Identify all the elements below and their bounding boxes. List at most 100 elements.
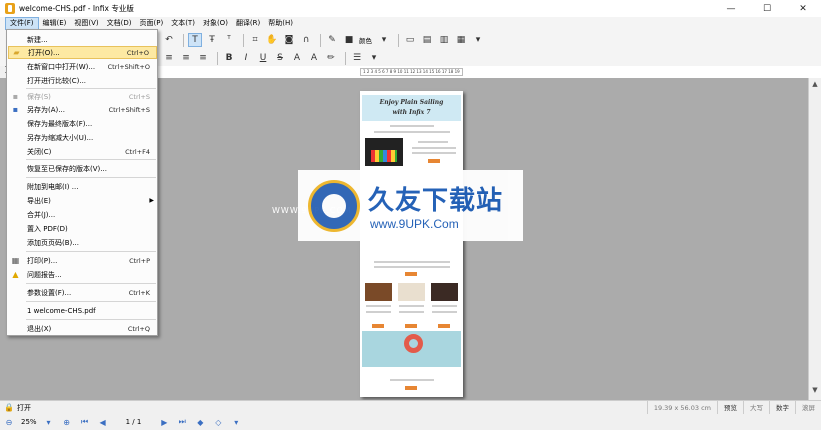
chevron-down-icon[interactable]: ▾ (377, 33, 391, 47)
close-button[interactable]: ✕ (785, 0, 821, 17)
justify-icon[interactable]: ≡ (196, 51, 210, 65)
zoom-out-icon[interactable]: ⊖ (3, 416, 15, 428)
next-page-icon[interactable]: ▶ (158, 416, 170, 428)
align-right-icon[interactable]: ≡ (179, 51, 193, 65)
text-path-icon[interactable]: ᵀ (222, 33, 236, 47)
menu-item-page-numbers[interactable]: 添加页页码(B)... (8, 236, 157, 249)
chevron-down-icon[interactable]: ▾ (230, 416, 242, 428)
menu-item-recent-file[interactable]: 1 welcome-CHS.pdf (8, 304, 157, 317)
menu-item-label: 置入 PDF(D) (27, 224, 68, 233)
menu-item-place-pdf[interactable]: 置入 PDF(D) (8, 222, 157, 235)
menu-item-save-as[interactable]: ▪ 另存为(A)... Ctrl+Shift+S (8, 103, 157, 116)
align-center-icon[interactable]: ≡ (162, 51, 176, 65)
menu-item-print[interactable]: ▦ 打印(P)... Ctrl+P (8, 254, 157, 267)
menu-item-label: 退出(X) (27, 324, 52, 333)
strikethrough-icon[interactable]: S (273, 51, 287, 65)
page-text-line (418, 141, 448, 143)
font-grow-icon[interactable]: A (290, 51, 304, 65)
menu-item-label: 问题报告... (27, 270, 62, 279)
page-text-line (390, 125, 434, 127)
menu-item-revert[interactable]: 恢复至已保存的版本(V)... (8, 162, 157, 175)
page-image-1 (365, 283, 392, 301)
document-page[interactable]: Enjoy Plain Sailing with Infix 7 (360, 91, 463, 397)
page-button (438, 324, 450, 328)
menu-item-preferences[interactable]: 参数设置(F)... Ctrl+K (8, 286, 157, 299)
menu-item-close[interactable]: 关闭(C) Ctrl+F4 (8, 145, 157, 158)
shape-icon[interactable]: ∩ (299, 33, 313, 47)
underline-icon[interactable]: U (256, 51, 270, 65)
forward-icon[interactable]: ◇ (212, 416, 224, 428)
chevron-down-icon[interactable]: ▾ (471, 33, 485, 47)
scroll-down-icon[interactable]: ▼ (809, 386, 821, 398)
comment-icon[interactable]: ▭ (403, 33, 417, 47)
watermark-overlay: 久友下载站 www.9UPK.Com (298, 170, 523, 241)
text-edit-icon[interactable]: Ŧ (205, 33, 219, 47)
menu-item-label: 附加到电邮(I) ... (27, 182, 79, 191)
color-label[interactable]: 颜色 (359, 35, 372, 45)
chevron-down-icon[interactable]: ▾ (43, 416, 55, 428)
page-text-line (399, 305, 424, 307)
menu-object[interactable]: 对象(O) (199, 17, 232, 30)
crop-icon[interactable]: ⌗ (248, 33, 262, 47)
toolbar-separator (183, 33, 184, 47)
menu-separator (26, 251, 156, 252)
first-page-icon[interactable]: ⏮ (79, 416, 91, 428)
navigation-bar: ⊖ 25% ▾ ⊕ ⏮ ◀ 1 / 1 ▶ ⏭ ◆ ◇ ▾ (0, 414, 821, 430)
zoom-level[interactable]: 25% (21, 418, 37, 426)
printer-icon: ▦ (11, 256, 20, 265)
page-export-icon[interactable]: ▤ (420, 33, 434, 47)
last-page-icon[interactable]: ⏭ (176, 416, 188, 428)
pan-icon[interactable]: ✋ (265, 33, 279, 47)
chevron-down-icon[interactable]: ▾ (367, 51, 381, 65)
eyedropper-icon[interactable]: ✎ (325, 33, 339, 47)
menu-separator (26, 301, 156, 302)
menu-item-save-final[interactable]: 保存为最终版本(F)... (8, 117, 157, 130)
color-swatch-icon[interactable]: ■ (342, 33, 356, 47)
page-button (405, 386, 417, 390)
bold-icon[interactable]: B (222, 51, 236, 65)
maximize-button[interactable]: ☐ (749, 0, 785, 17)
page-import-icon[interactable]: ▥ (437, 33, 451, 47)
font-shrink-icon[interactable]: A (307, 51, 321, 65)
undo-icon[interactable]: ↶ (162, 33, 176, 47)
vertical-scrollbar[interactable]: ▲ ▼ (808, 78, 821, 400)
minimize-button[interactable]: — (713, 0, 749, 17)
page-image-2 (398, 283, 425, 301)
menu-item-open[interactable]: ▰ 打开(O)... Ctrl+O (8, 46, 157, 59)
menu-item-new[interactable]: 新建... (8, 33, 157, 46)
page-indicator[interactable]: 1 / 1 (126, 418, 142, 426)
page-text-line (390, 379, 434, 381)
menu-item-export[interactable]: 导出(E) ▶ (8, 194, 157, 207)
window-controls: — ☐ ✕ (713, 0, 821, 17)
zoom-in-icon[interactable]: ⊕ (61, 416, 73, 428)
menu-text[interactable]: 文本(T) (167, 17, 199, 30)
page-lifebuoy-section (362, 331, 461, 367)
camera-icon[interactable]: ◙ (282, 33, 296, 47)
highlighter-icon[interactable]: ✏ (324, 51, 338, 65)
page-text-line (366, 311, 391, 313)
page-text-line (399, 311, 424, 313)
menu-item-report-problem[interactable]: ▲ 问题报告... (8, 268, 157, 281)
page-settings-icon[interactable]: ▦ (454, 33, 468, 47)
menu-item-open-new-window[interactable]: 在新窗口中打开(W)... Ctrl+Shift+O (8, 60, 157, 73)
prev-page-icon[interactable]: ◀ (97, 416, 109, 428)
menu-item-label: 1 welcome-CHS.pdf (27, 306, 96, 315)
back-icon[interactable]: ◆ (194, 416, 206, 428)
menu-item-save-reduced[interactable]: 另存为缩减大小(U)... (8, 131, 157, 144)
menu-item-exit[interactable]: 退出(X) Ctrl+Q (8, 322, 157, 335)
submenu-arrow-icon: ▶ (149, 197, 154, 204)
menu-item-open-compare[interactable]: 打开进行比较(C)... (8, 74, 157, 87)
italic-icon[interactable]: I (239, 51, 253, 65)
line-spacing-icon[interactable]: ☰ (350, 51, 364, 65)
text-tool-icon[interactable]: T (188, 33, 202, 47)
menu-item-attach-email[interactable]: 附加到电邮(I) ... (8, 180, 157, 193)
menu-item-label: 保存为最终版本(F)... (27, 119, 93, 128)
menu-help[interactable]: 帮助(H) (264, 17, 297, 30)
scroll-up-icon[interactable]: ▲ (809, 80, 821, 92)
menu-item-shortcut: Ctrl+O (126, 48, 149, 57)
menu-item-label: 打开进行比较(C)... (27, 76, 87, 85)
page-button (405, 324, 417, 328)
menu-translate[interactable]: 翻译(R) (232, 17, 264, 30)
watermark-logo-icon (308, 180, 360, 232)
menu-item-merge[interactable]: 合并(J)... (8, 208, 157, 221)
